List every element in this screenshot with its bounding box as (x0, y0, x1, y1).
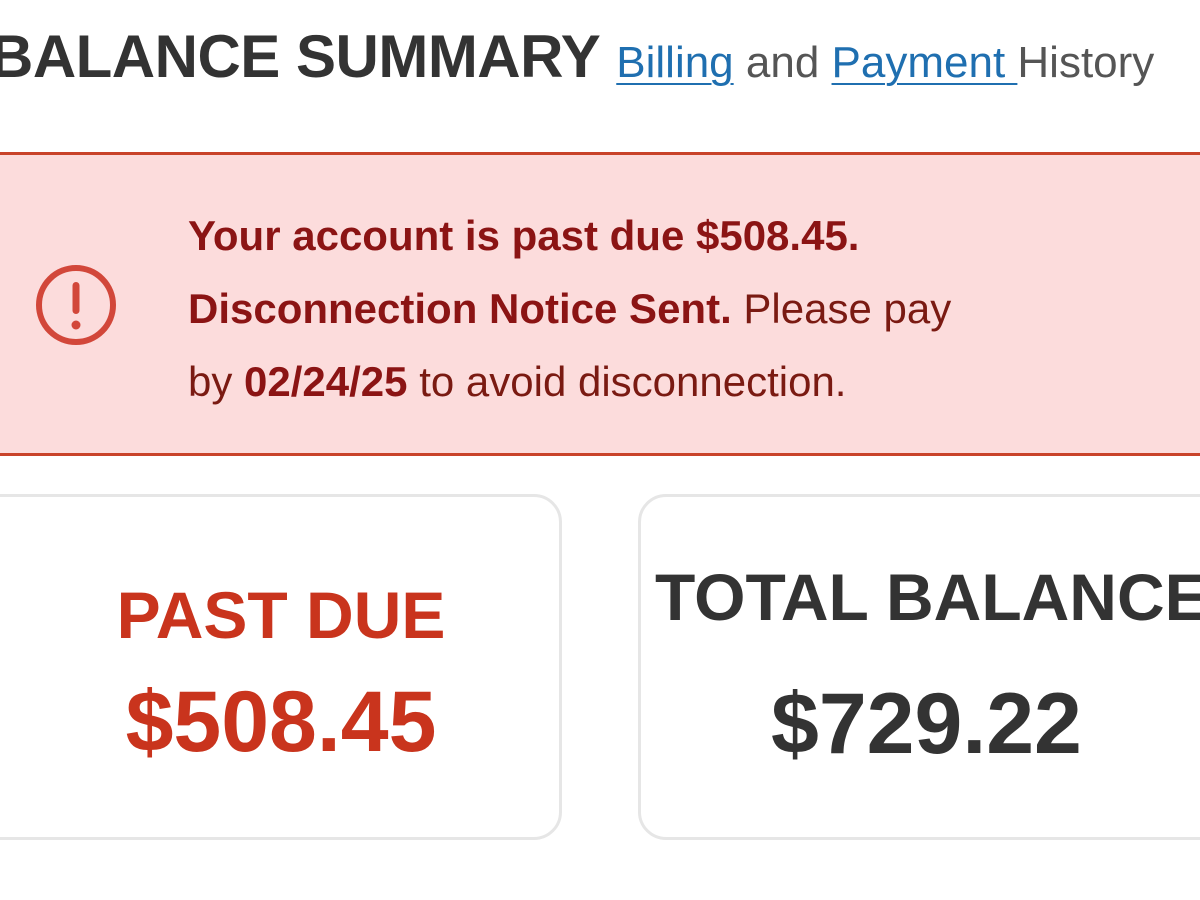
history-text: History (1017, 38, 1155, 87)
payment-history-link[interactable]: Payment (832, 38, 1018, 87)
disconnection-notice: Disconnection Notice Sent. (188, 285, 732, 332)
please-pay-text: Please pay (731, 285, 952, 332)
billing-history-link[interactable]: Billing (616, 38, 733, 87)
exclamation-circle-icon (36, 265, 116, 345)
avoid-disconnection-text: to avoid disconnection. (407, 358, 847, 405)
total-balance-label: TOTAL BALANCE (655, 560, 1200, 634)
past-due-alert: Your account is past due $508.45. Discon… (0, 152, 1200, 456)
due-date: 02/24/25 (244, 358, 408, 405)
alert-line-3: by 02/24/25 to avoid disconnection. (188, 345, 1068, 418)
total-balance-card: TOTAL BALANCE $729.22 (638, 494, 1200, 840)
alert-line-1: Your account is past due $508.45. (188, 199, 1068, 272)
page-title: BALANCE SUMMARY (0, 23, 601, 90)
total-balance-amount: $729.22 (771, 676, 1082, 772)
by-text: by (188, 358, 245, 405)
and-text: and (733, 38, 832, 87)
page-header: BALANCE SUMMARY Billing and Payment Hist… (0, 22, 1154, 102)
past-due-card: PAST DUE $508.45 (0, 494, 562, 840)
past-due-amount: $508.45 (125, 674, 437, 770)
alert-message: Your account is past due $508.45. Discon… (188, 199, 1068, 418)
alert-line-2: Disconnection Notice Sent. Please pay (188, 272, 1068, 345)
past-due-label: PAST DUE (116, 578, 446, 652)
past-due-message: Your account is past due $508.45. (188, 212, 860, 259)
history-links: Billing and Payment History (616, 38, 1154, 88)
balance-summary-page: BALANCE SUMMARY Billing and Payment Hist… (0, 0, 1200, 900)
